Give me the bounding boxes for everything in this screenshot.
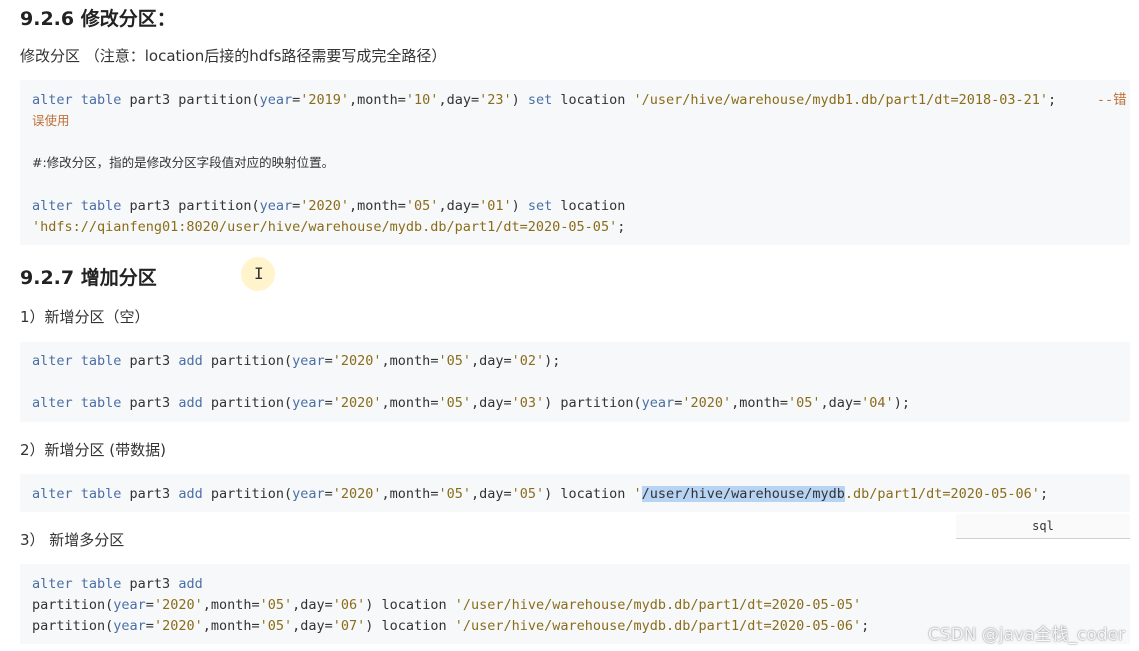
code-comment-line: #:修改分区，指的是修改分区字段值对应的映射位置。	[32, 155, 335, 170]
code-line: alter table part3 partition(year='2020',…	[32, 198, 626, 214]
code-line: alter table part3 add partition(year='20…	[32, 395, 910, 411]
section-heading-9-2-7: 9.2.7 增加分区	[20, 267, 157, 289]
document-page: 9.2.6 修改分区： 修改分区 （注意：location后接的hdfs路径需要…	[0, 0, 1139, 651]
section-heading-9-2-6: 9.2.6 修改分区：	[20, 8, 176, 30]
code-line: alter table part3 partition(year='2019',…	[32, 92, 1127, 108]
code-line: 'hdfs://qianfeng01:8020/user/hive/wareho…	[32, 219, 626, 235]
code-line: alter table part3 add partition(year='20…	[32, 486, 1049, 502]
text-cursor-icon: I	[254, 264, 264, 283]
code-block-modify-partition[interactable]: alter table part3 partition(year='2019',…	[20, 80, 1130, 245]
subsection-add-with-data: 2）新增分区 (带数据)	[20, 441, 167, 459]
subsection-add-empty: 1）新增分区（空）	[20, 308, 150, 326]
code-line: alter table part3 add partition(year='20…	[32, 353, 561, 369]
code-line: partition(year='2020',month='05',day='06…	[32, 597, 862, 613]
code-block-add-partition-with-data[interactable]: alter table part3 add partition(year='20…	[20, 474, 1130, 512]
code-language-tab[interactable]: sql	[956, 514, 1130, 539]
code-line: alter table part3 add	[32, 576, 203, 592]
csdn-watermark: CSDN @java全栈_coder	[928, 625, 1125, 645]
subsection-add-multiple: 3） 新增多分区	[20, 531, 125, 549]
section-note-9-2-6: 修改分区 （注意：location后接的hdfs路径需要写成完全路径）	[20, 47, 447, 65]
code-line: 误使用	[32, 113, 70, 128]
selected-text[interactable]: /user/hive/warehouse/mydb	[641, 486, 845, 502]
code-block-add-empty-partition[interactable]: alter table part3 add partition(year='20…	[20, 342, 1130, 422]
code-line: partition(year='2020',month='05',day='07…	[32, 618, 870, 634]
